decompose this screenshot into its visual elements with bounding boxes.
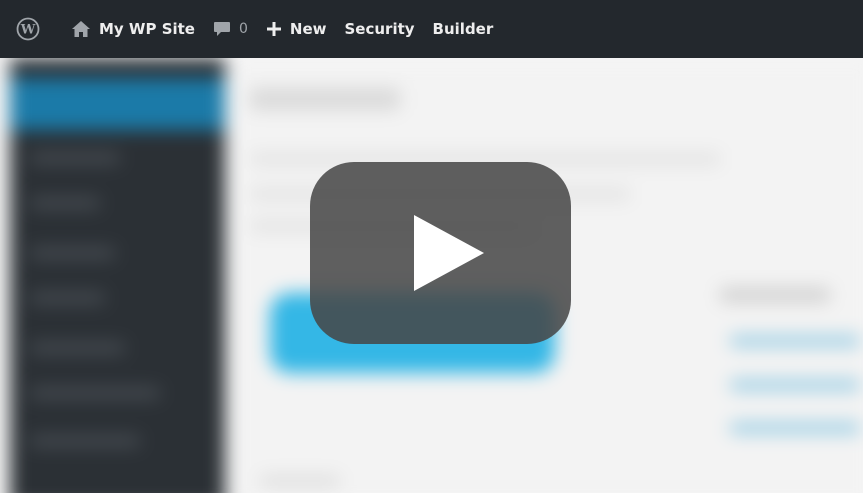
site-name-label: My WP Site	[99, 20, 195, 38]
admin-bar: W My WP Site 0 New Security Builder	[0, 0, 863, 58]
new-content-button[interactable]: New	[257, 0, 336, 58]
backdrop-sidebar-line	[30, 436, 140, 446]
comments-link[interactable]: 0	[204, 0, 257, 58]
home-icon	[71, 20, 91, 38]
svg-text:W: W	[20, 23, 36, 38]
plus-icon	[266, 21, 282, 37]
wordpress-logo-icon: W	[16, 17, 40, 41]
comment-bubble-icon	[213, 21, 231, 38]
backdrop-sidebar-line	[30, 153, 120, 163]
backdrop-footer-line	[260, 476, 340, 486]
backdrop-link-line	[730, 423, 860, 433]
play-button[interactable]	[310, 162, 571, 344]
security-label: Security	[344, 20, 415, 38]
backdrop-widget-title	[720, 288, 830, 302]
backdrop-sidebar-line	[30, 248, 115, 258]
backdrop-sidebar-line	[30, 293, 105, 303]
wordpress-menu[interactable]: W	[10, 0, 62, 58]
site-name-link[interactable]: My WP Site	[62, 0, 204, 58]
builder-menu[interactable]: Builder	[424, 0, 503, 58]
backdrop-heading	[250, 88, 400, 110]
comments-count: 0	[238, 21, 248, 37]
backdrop-sidebar-line	[30, 198, 100, 208]
builder-label: Builder	[432, 20, 494, 38]
backdrop-link-line	[730, 380, 860, 390]
video-thumbnail[interactable]: W My WP Site 0 New Security Builder	[0, 0, 863, 493]
backdrop-sidebar-line	[30, 388, 160, 398]
backdrop-link-line	[730, 336, 860, 346]
security-menu[interactable]: Security	[336, 0, 424, 58]
backdrop-sidebar-active-item	[10, 78, 225, 130]
backdrop-sidebar-line	[30, 343, 125, 353]
play-icon	[413, 215, 484, 291]
new-label: New	[289, 20, 327, 38]
